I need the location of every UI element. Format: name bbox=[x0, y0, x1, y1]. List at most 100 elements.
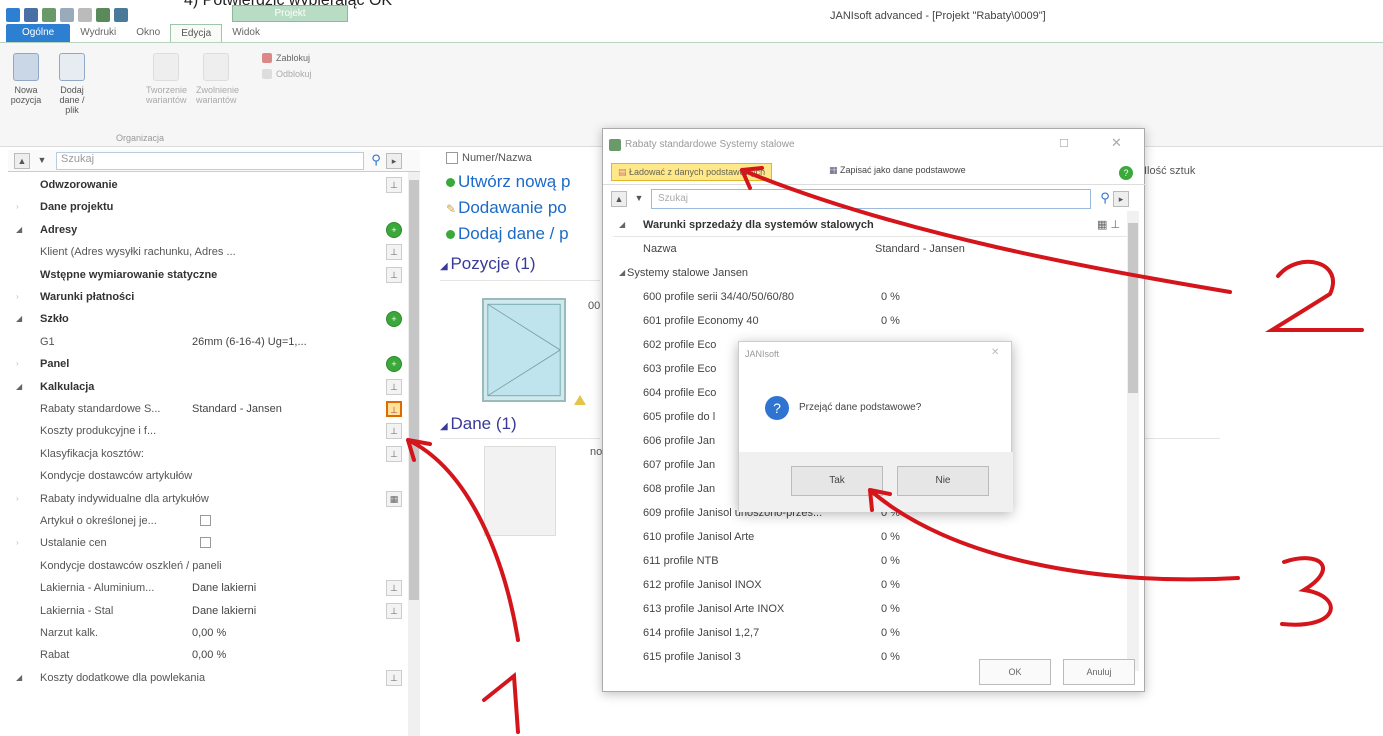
property-row[interactable]: › Ustalanie cen bbox=[8, 532, 408, 554]
chevron-right-icon[interactable]: › bbox=[16, 196, 19, 218]
add-icon[interactable]: + bbox=[386, 356, 402, 373]
expand-triangle-icon[interactable]: ◢ bbox=[16, 308, 22, 330]
chevron-right-icon[interactable]: › bbox=[16, 286, 19, 308]
property-checkbox[interactable] bbox=[200, 515, 211, 526]
edit-icon[interactable]: ⊥ bbox=[386, 423, 402, 440]
property-row[interactable]: › Warunki płatności bbox=[8, 286, 408, 308]
new-position-button[interactable]: Nowa pozycja bbox=[6, 53, 46, 105]
search-icon[interactable]: ⚲ bbox=[368, 153, 384, 169]
release-variants-button[interactable]: Zwolnienie wariantów bbox=[196, 53, 239, 105]
add-data-button[interactable]: Dodaj dane / plik bbox=[52, 53, 92, 115]
discount-row[interactable]: 600 profile serii 34/40/50/60/80 0 % bbox=[613, 285, 1127, 309]
subgroup-row[interactable]: ◢ Systemy stalowe Jansen bbox=[613, 261, 1127, 285]
property-row[interactable]: Lakiernia - Stal Dane lakierni ⊥ bbox=[8, 600, 408, 622]
edit-icon[interactable]: ⊥ bbox=[386, 580, 402, 597]
property-row[interactable]: Wstępne wymiarowanie statyczne ⊥ bbox=[8, 264, 408, 286]
document-thumbnail[interactable] bbox=[484, 446, 556, 536]
chevron-right-icon[interactable]: › bbox=[16, 353, 19, 375]
tab-ogolne[interactable]: Ogólne bbox=[6, 24, 71, 42]
tab-widok[interactable]: Widok bbox=[222, 24, 270, 42]
property-row[interactable]: Koszty produkcyjne i f... ⊥ bbox=[8, 420, 408, 442]
collapse-all-button[interactable]: ▲ bbox=[14, 153, 30, 169]
edit-icon[interactable]: ⊥ bbox=[386, 669, 402, 686]
property-value[interactable]: 0,00 % bbox=[192, 622, 226, 644]
expand-triangle-icon[interactable]: ◢ bbox=[619, 261, 625, 285]
discount-value[interactable]: 0 % bbox=[881, 549, 900, 573]
table-icon[interactable] bbox=[96, 8, 110, 22]
discount-row[interactable]: 614 profile Janisol 1,2,7 0 % bbox=[613, 621, 1127, 645]
property-row[interactable]: ◢ Kalkulacja ⊥ bbox=[8, 376, 408, 398]
property-value[interactable]: Standard - Jansen bbox=[192, 398, 282, 420]
discount-value[interactable]: 0 % bbox=[881, 621, 900, 645]
property-row[interactable]: ◢ Adresy + bbox=[8, 219, 408, 241]
edit-icon[interactable]: ▦ bbox=[386, 490, 402, 507]
expand-triangle-icon[interactable]: ◢ bbox=[16, 219, 22, 241]
position-window-thumbnail[interactable] bbox=[482, 298, 566, 402]
discount-value[interactable]: 0 % bbox=[881, 525, 900, 549]
expand-triangle-icon[interactable]: ◢ bbox=[16, 376, 22, 398]
add-icon[interactable]: + bbox=[386, 221, 402, 238]
tab-edycja[interactable]: Edycja bbox=[170, 24, 223, 42]
property-row[interactable]: ◢ Szkło + bbox=[8, 308, 408, 330]
expand-triangle-icon[interactable]: ◢ bbox=[619, 213, 625, 237]
load-from-master-data-button[interactable]: ▤ Ładować z danych podstawowych bbox=[611, 163, 773, 181]
header-checkbox[interactable] bbox=[446, 152, 458, 164]
name-value[interactable]: Standard - Jansen bbox=[875, 237, 965, 261]
edit-icon[interactable]: ⊥ bbox=[386, 177, 402, 193]
column-quantity[interactable]: Ilość sztuk bbox=[1144, 165, 1195, 177]
properties-search-input[interactable]: Szukaj bbox=[56, 152, 364, 170]
discount-row[interactable]: 610 profile Janisol Arte 0 % bbox=[613, 525, 1127, 549]
discount-row[interactable]: 611 profile NTB 0 % bbox=[613, 549, 1127, 573]
save-icon[interactable] bbox=[24, 8, 38, 22]
ok-button[interactable]: OK bbox=[979, 659, 1051, 685]
edit-icon[interactable]: ⊥ bbox=[386, 378, 402, 395]
add-position-link[interactable]: ✎ Dodawanie po bbox=[446, 198, 567, 218]
discount-row[interactable]: 601 profile Economy 40 0 % bbox=[613, 309, 1127, 333]
discount-value[interactable]: 0 % bbox=[881, 597, 900, 621]
group-header-row[interactable]: ◢ Warunki sprzedaży dla systemów stalowyc… bbox=[613, 213, 1127, 237]
column-number-name[interactable]: Numer/Nazwa bbox=[462, 152, 532, 164]
property-row[interactable]: Odwzorowanie ⊥ bbox=[8, 174, 408, 196]
help-icon[interactable]: ? bbox=[1119, 166, 1133, 180]
property-row[interactable]: G1 26mm (6-16-4) Ug=1,... bbox=[8, 331, 408, 353]
tab-wydruki[interactable]: Wydruki bbox=[70, 24, 126, 42]
collapse-all-button[interactable]: ▲ bbox=[611, 191, 627, 207]
edit-discount-button[interactable]: ⊥ bbox=[386, 401, 402, 417]
tab-okno[interactable]: Okno bbox=[126, 24, 170, 42]
discount-value[interactable]: 0 % bbox=[881, 285, 900, 309]
property-value[interactable]: 26mm (6-16-4) Ug=1,... bbox=[192, 331, 307, 353]
property-row[interactable]: › Panel + bbox=[8, 353, 408, 375]
search-icon[interactable]: ⚲ bbox=[1097, 191, 1113, 207]
close-icon[interactable]: ✕ bbox=[1111, 135, 1122, 151]
filter-icon[interactable]: ▼ bbox=[34, 153, 50, 169]
cancel-button[interactable]: Anuluj bbox=[1063, 659, 1135, 685]
property-row[interactable]: Narzut kalk. 0,00 % bbox=[8, 622, 408, 644]
property-row[interactable]: › Dane projektu bbox=[8, 196, 408, 218]
no-button[interactable]: Nie bbox=[897, 466, 989, 496]
app-icon[interactable] bbox=[6, 8, 20, 22]
add-data-link[interactable]: Dodaj dane / p bbox=[446, 224, 569, 244]
discount-value[interactable]: 0 % bbox=[881, 309, 900, 333]
undo-icon[interactable] bbox=[60, 8, 74, 22]
dialog-scrollbar[interactable] bbox=[1127, 211, 1139, 671]
dialog-search-input[interactable]: Szukaj bbox=[651, 189, 1091, 209]
property-value[interactable]: Dane lakierni bbox=[192, 600, 256, 622]
edit-icon[interactable]: ⊥ bbox=[386, 445, 402, 462]
close-icon[interactable]: ✕ bbox=[991, 347, 999, 358]
filter-icon[interactable]: ▼ bbox=[631, 191, 647, 207]
edit-icon[interactable]: ⊥ bbox=[386, 244, 402, 261]
grid-icon[interactable] bbox=[42, 8, 56, 22]
properties-scrollbar[interactable] bbox=[408, 172, 420, 736]
add-icon[interactable]: + bbox=[386, 311, 402, 328]
panel-options-button[interactable]: ▸ bbox=[386, 153, 402, 169]
group-tools-icon[interactable]: ▦ ⊥ bbox=[1097, 213, 1120, 237]
discount-value[interactable]: 0 % bbox=[881, 573, 900, 597]
property-row[interactable]: Artykuł o określonej je... bbox=[8, 510, 408, 532]
name-row[interactable]: Nazwa Standard - Jansen bbox=[613, 237, 1127, 261]
edit-icon[interactable]: ⊥ bbox=[386, 602, 402, 619]
property-row[interactable]: Klient (Adres wysyłki rachunku, Adres ..… bbox=[8, 241, 408, 263]
property-row[interactable]: Kondycje dostawców oszkleń / paneli bbox=[8, 555, 408, 577]
create-variants-button[interactable]: Tworzenie wariantów bbox=[146, 53, 187, 105]
property-row[interactable]: › Rabaty indywidualne dla artykułów ▦ bbox=[8, 488, 408, 510]
layout-icon[interactable] bbox=[114, 8, 128, 22]
